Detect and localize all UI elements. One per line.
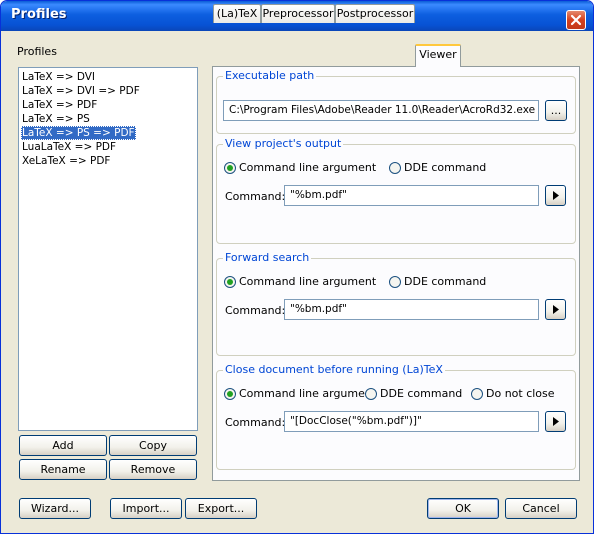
executable-path-group: Executable path C:\Program Files\Adobe\R… — [216, 69, 576, 134]
ok-button[interactable]: OK — [427, 498, 499, 519]
arrow-right-icon — [553, 417, 559, 426]
copy-button[interactable]: Copy — [109, 435, 197, 456]
radio-label: Command line argument — [239, 161, 377, 174]
command-label: Command: — [225, 190, 286, 203]
group-title: Forward search — [223, 251, 312, 264]
tab-latex[interactable]: (La)TeX — [213, 4, 261, 23]
forward-search-cmd-radio[interactable] — [224, 276, 236, 288]
viewer-tab-panel: Executable path C:\Program Files\Adobe\R… — [212, 66, 580, 481]
close-document-none-radio[interactable] — [471, 388, 483, 400]
view-output-cmd-radio[interactable] — [224, 162, 236, 174]
view-output-command-input[interactable]: "%bm.pdf" — [284, 185, 539, 206]
radio-label: DDE command — [380, 387, 463, 400]
arrow-right-icon — [553, 305, 559, 314]
export-button[interactable]: Export... — [185, 498, 257, 519]
browse-button[interactable]: ... — [545, 100, 567, 121]
command-label: Command: — [225, 416, 286, 429]
list-item[interactable]: LaTeX => DVI => PDF — [21, 84, 141, 98]
command-label: Command: — [225, 304, 286, 317]
forward-search-dde-radio[interactable] — [389, 276, 401, 288]
list-item[interactable]: LaTeX => PS — [21, 112, 91, 126]
profiles-label: Profiles — [17, 45, 57, 58]
arrow-right-icon — [553, 191, 559, 200]
forward-search-group: Forward search Command line argument DDE… — [216, 251, 576, 356]
radio-label: Do not close — [486, 387, 555, 400]
close-button[interactable] — [566, 10, 586, 30]
radio-label: DDE command — [404, 161, 487, 174]
list-item[interactable]: XeLaTeX => PDF — [21, 154, 111, 168]
close-icon — [570, 14, 582, 26]
wizard-button[interactable]: Wizard... — [19, 498, 91, 519]
radio-label: Command line argument — [239, 275, 377, 288]
add-button[interactable]: Add — [19, 435, 107, 456]
tab-viewer[interactable]: Viewer — [415, 44, 461, 67]
radio-label: Command line argument — [239, 387, 377, 400]
view-output-group: View project's output Command line argum… — [216, 137, 576, 244]
remove-button[interactable]: Remove — [109, 459, 197, 480]
view-output-arrow-button[interactable] — [545, 185, 566, 206]
list-item[interactable]: LaTeX => DVI — [21, 70, 96, 84]
profiles-dialog: Profiles Profiles LaTeX => DVI LaTeX => … — [0, 0, 594, 534]
radio-label: DDE command — [404, 275, 487, 288]
group-title: View project's output — [223, 137, 344, 150]
executable-path-input[interactable]: C:\Program Files\Adobe\Reader 11.0\Reade… — [223, 100, 539, 121]
cancel-button[interactable]: Cancel — [505, 498, 577, 519]
list-item-selected[interactable]: LaTeX => PS => PDF — [21, 126, 136, 140]
close-document-group: Close document before running (La)TeX Co… — [216, 363, 576, 470]
close-document-cmd-radio[interactable] — [224, 388, 236, 400]
list-item[interactable]: LaTeX => PDF — [21, 98, 98, 112]
close-document-command-input[interactable]: "[DocClose("%bm.pdf")]" — [284, 411, 539, 432]
forward-search-arrow-button[interactable] — [545, 299, 566, 320]
rename-button[interactable]: Rename — [19, 459, 107, 480]
close-document-arrow-button[interactable] — [545, 411, 566, 432]
list-item[interactable]: LuaLaTeX => PDF — [21, 140, 117, 154]
group-title: Executable path — [223, 69, 317, 82]
tab-postprocessor[interactable]: Postprocessor — [335, 4, 415, 23]
close-document-dde-radio[interactable] — [365, 388, 377, 400]
view-output-dde-radio[interactable] — [389, 162, 401, 174]
profiles-list[interactable]: LaTeX => DVI LaTeX => DVI => PDF LaTeX =… — [18, 67, 198, 431]
import-button[interactable]: Import... — [110, 498, 182, 519]
group-title: Close document before running (La)TeX — [223, 363, 445, 376]
forward-search-command-input[interactable]: "%bm.pdf" — [284, 299, 539, 320]
tab-preprocessor[interactable]: Preprocessor — [261, 4, 335, 23]
window-title: Profiles — [11, 7, 67, 22]
